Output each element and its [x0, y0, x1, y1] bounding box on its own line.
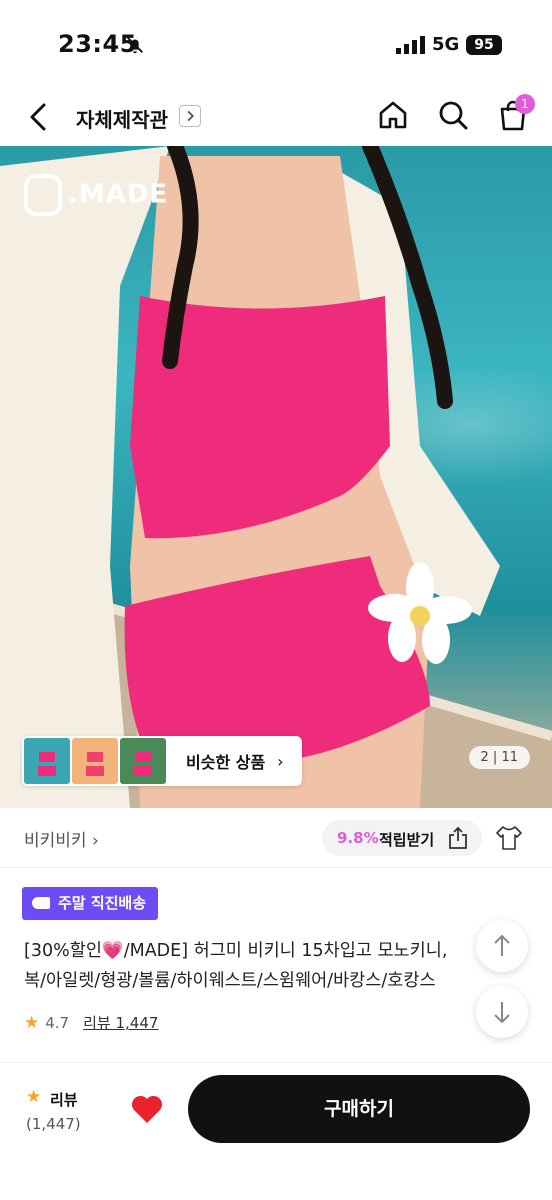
- points-rate: 9.8%: [337, 829, 379, 847]
- size-fit-icon[interactable]: [494, 824, 524, 852]
- top-nav: 자체제작관 1: [0, 90, 552, 146]
- network-type: 5G: [432, 34, 460, 55]
- back-arrow-icon[interactable]: [22, 100, 56, 134]
- product-image[interactable]: .MADE 비슷한 상품 › 2 | 11: [0, 146, 552, 808]
- store-row: 비키비키 › 9.8% 적립받기: [0, 808, 552, 868]
- points-save-label: 적립받기: [379, 831, 435, 849]
- page-title[interactable]: 자체제작관: [76, 104, 168, 133]
- similar-products-button[interactable]: 비슷한 상품 ›: [22, 736, 302, 786]
- chevron-right-icon: ›: [277, 751, 284, 771]
- similar-thumb-3: [120, 738, 166, 784]
- reviews-link[interactable]: 리뷰 1,447: [83, 1014, 158, 1032]
- cart-count-badge: 1: [515, 94, 535, 114]
- product-name: [30%할인💗/MADE] 허그미 비키니 15차입고 모노키니, 복/아일렛/…: [24, 941, 448, 991]
- brand-logo: .MADE: [24, 174, 168, 216]
- heart-icon[interactable]: [130, 1093, 164, 1125]
- signal-icon: [396, 36, 425, 54]
- product-photo: [0, 146, 552, 808]
- battery-indicator: 95: [466, 35, 502, 55]
- similar-thumb-1: [24, 738, 70, 784]
- search-icon[interactable]: [436, 98, 470, 132]
- similar-products-label: 비슷한 상품: [186, 753, 266, 772]
- store-name-link[interactable]: 비키비키 ›: [24, 826, 99, 851]
- similar-thumb-2: [72, 738, 118, 784]
- scroll-up-button[interactable]: [476, 920, 528, 972]
- buy-button[interactable]: 구매하기: [188, 1075, 530, 1143]
- review-label[interactable]: 리뷰: [50, 1089, 78, 1110]
- brand-logo-mark: [24, 174, 62, 216]
- review-count[interactable]: (1,447): [26, 1115, 81, 1133]
- fast-delivery-icon: [32, 897, 50, 909]
- rating-row: ★ 4.7 리뷰 1,447: [24, 1012, 158, 1033]
- bottom-action-bar: ★ 리뷰 (1,447) 구매하기: [0, 1062, 552, 1200]
- chevron-right-icon[interactable]: [179, 105, 201, 127]
- rating-value: 4.7: [45, 1014, 70, 1032]
- star-icon: ★: [26, 1087, 42, 1107]
- share-icon[interactable]: [446, 826, 470, 850]
- scroll-down-button[interactable]: [476, 986, 528, 1038]
- image-page-indicator: 2 | 11: [468, 746, 530, 769]
- home-icon[interactable]: [376, 98, 410, 132]
- bell-muted-icon: [127, 37, 143, 54]
- star-icon: ★: [24, 1013, 40, 1033]
- status-bar: 23:45 5G 95: [0, 0, 552, 90]
- delivery-badge: 주말 직진배송: [22, 887, 159, 920]
